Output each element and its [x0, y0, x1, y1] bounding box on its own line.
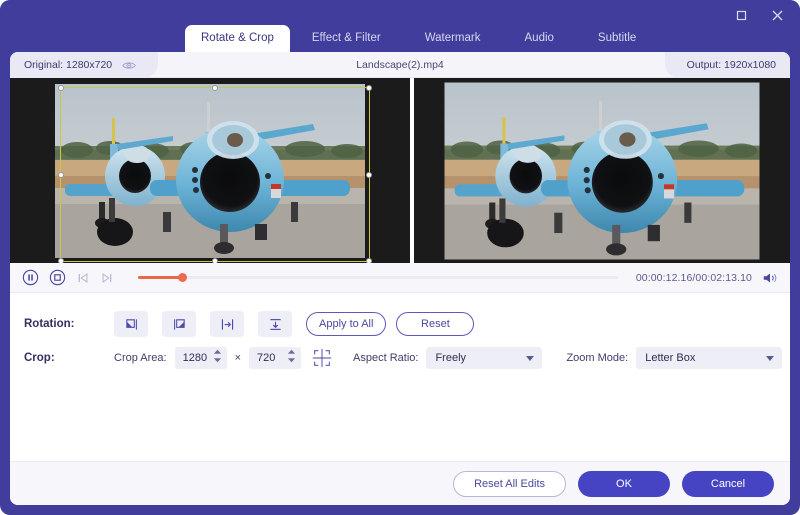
tab-label: Subtitle	[598, 32, 636, 44]
crop-handle-middle-right[interactable]	[366, 172, 372, 178]
crop-height-arrows[interactable]	[287, 349, 296, 363]
preview-area	[10, 78, 790, 263]
crop-width-arrows[interactable]	[213, 349, 222, 363]
info-bar: Landscape(2).mp4 Original: 1280x720 Outp…	[10, 52, 790, 78]
chevron-down-icon	[766, 356, 774, 361]
crop-height-stepper[interactable]: 720	[249, 347, 301, 369]
aspect-ratio-value: Freely	[435, 352, 466, 364]
source-preview-pane[interactable]	[10, 78, 410, 263]
seek-thumb[interactable]	[178, 273, 187, 282]
crop-center-icon[interactable]	[311, 347, 333, 369]
ok-label: OK	[616, 478, 632, 490]
reset-all-edits-label: Reset All Edits	[474, 478, 545, 490]
aspect-ratio-select[interactable]: Freely	[426, 347, 542, 369]
output-preview-pane[interactable]	[414, 78, 790, 263]
player-controls: 00:00:12.16/00:02:13.10	[10, 263, 790, 293]
title-bar: Rotate & Crop Effect & Filter Watermark …	[0, 0, 800, 52]
seek-slider[interactable]	[138, 272, 618, 284]
pause-icon[interactable]	[22, 269, 39, 286]
zoom-mode-value: Letter Box	[645, 352, 695, 364]
seek-fill	[138, 276, 182, 279]
crop-row: Crop: Crop Area: 1280 × 720	[10, 341, 790, 375]
eye-icon[interactable]	[122, 60, 136, 71]
tab-label: Effect & Filter	[312, 32, 381, 44]
dialog-body: Landscape(2).mp4 Original: 1280x720 Outp…	[10, 52, 790, 505]
flip-horizontal-icon[interactable]	[210, 311, 244, 337]
next-frame-icon[interactable]	[100, 271, 114, 285]
crop-handle-top-right[interactable]	[366, 85, 372, 91]
window-controls	[730, 4, 788, 26]
tab-label: Rotate & Crop	[201, 32, 274, 44]
crop-height-value: 720	[257, 352, 275, 364]
cancel-button[interactable]: Cancel	[682, 471, 774, 497]
time-display: 00:00:12.16/00:02:13.10	[636, 272, 752, 284]
rotation-label: Rotation:	[24, 318, 114, 330]
rotation-row: Rotation:	[10, 307, 790, 341]
original-resolution-group: Original: 1280x720	[10, 52, 158, 78]
stop-icon[interactable]	[49, 269, 66, 286]
reset-all-edits-button[interactable]: Reset All Edits	[453, 471, 566, 497]
rotate-left-icon[interactable]	[114, 311, 148, 337]
ok-button[interactable]: OK	[578, 471, 670, 497]
original-resolution-label: Original: 1280x720	[24, 59, 112, 71]
crop-width-stepper[interactable]: 1280	[175, 347, 227, 369]
crop-width-value: 1280	[183, 352, 207, 364]
tab-audio[interactable]: Audio	[503, 25, 576, 52]
reset-label: Reset	[421, 318, 450, 330]
maximize-button[interactable]	[730, 4, 752, 26]
chevron-down-icon	[526, 356, 534, 361]
volume-icon[interactable]	[762, 271, 778, 285]
output-resolution-label: Output: 1920x1080	[665, 52, 790, 78]
rotate-right-icon[interactable]	[162, 311, 196, 337]
aspect-ratio-label: Aspect Ratio:	[353, 352, 418, 364]
previous-frame-icon[interactable]	[76, 271, 90, 285]
tab-rotate-crop[interactable]: Rotate & Crop	[185, 25, 290, 52]
tab-label: Audio	[525, 32, 554, 44]
crop-multiply-symbol: ×	[235, 352, 241, 364]
tab-watermark[interactable]: Watermark	[403, 25, 503, 52]
tab-label: Watermark	[425, 32, 481, 44]
tab-subtitle[interactable]: Subtitle	[576, 25, 658, 52]
cancel-label: Cancel	[711, 478, 745, 490]
apply-to-all-button[interactable]: Apply to All	[306, 312, 386, 336]
seek-track	[138, 276, 618, 279]
flip-vertical-icon[interactable]	[258, 311, 292, 337]
dialog-footer: Reset All Edits OK Cancel	[10, 461, 790, 505]
transport-controls	[22, 269, 114, 286]
reset-button[interactable]: Reset	[396, 312, 474, 336]
close-button[interactable]	[766, 4, 788, 26]
zoom-mode-label: Zoom Mode:	[566, 352, 628, 364]
crop-label: Crop:	[24, 352, 114, 364]
source-video-frame	[55, 84, 365, 258]
apply-to-all-label: Apply to All	[319, 318, 373, 330]
video-editor-window: Rotate & Crop Effect & Filter Watermark …	[0, 0, 800, 515]
tab-bar: Rotate & Crop Effect & Filter Watermark …	[185, 25, 658, 52]
zoom-mode-select[interactable]: Letter Box	[636, 347, 782, 369]
crop-area-label: Crop Area:	[114, 352, 167, 364]
output-video-frame	[445, 82, 760, 259]
tab-effect-filter[interactable]: Effect & Filter	[290, 25, 403, 52]
